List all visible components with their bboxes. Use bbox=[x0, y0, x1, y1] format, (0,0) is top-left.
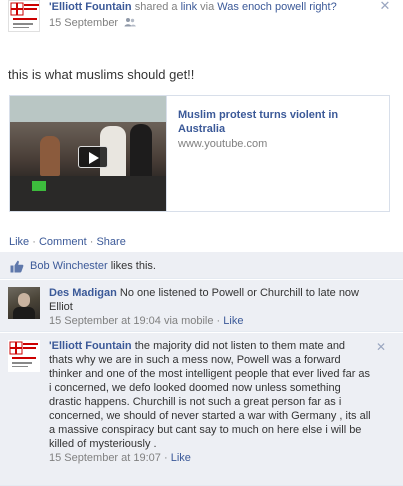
play-button[interactable] bbox=[78, 146, 108, 168]
comment-body: Des Madigan No one listened to Powell or… bbox=[49, 286, 371, 328]
post-author-name[interactable]: 'Elliott Fountain bbox=[49, 1, 132, 13]
photo-body bbox=[13, 307, 35, 319]
edl-logo-icon bbox=[9, 1, 39, 31]
likes-row: Bob Winchester likes this. bbox=[0, 252, 403, 279]
comment-timestamp[interactable]: 15 September at 19:07 bbox=[49, 452, 161, 464]
link-preview[interactable]: Muslim protest turns violent in Australi… bbox=[9, 95, 390, 212]
thumb-channel-logo bbox=[32, 181, 46, 191]
thumb-person bbox=[40, 136, 60, 176]
link-url: www.youtube.com bbox=[178, 138, 268, 150]
link-title[interactable]: Muslim protest turns violent in Australi… bbox=[178, 108, 383, 136]
close-icon[interactable]: ✕ bbox=[376, 340, 386, 354]
likes-text: Bob Winchester likes this. bbox=[30, 260, 156, 272]
liker-name[interactable]: Bob Winchester bbox=[30, 260, 108, 272]
comment-like-link[interactable]: Like bbox=[223, 315, 243, 327]
play-icon bbox=[89, 152, 99, 164]
post-date[interactable]: 15 September bbox=[49, 17, 118, 29]
comment-link[interactable]: Comment bbox=[39, 236, 87, 248]
shared-link-word[interactable]: link bbox=[181, 1, 198, 13]
commenter-photo bbox=[8, 287, 40, 319]
like-link[interactable]: Like bbox=[9, 236, 29, 248]
comment-body: 'Elliott Fountain the majority did not l… bbox=[49, 339, 371, 465]
post-actions: Like · Comment · Share bbox=[9, 236, 126, 248]
commenter-avatar[interactable] bbox=[8, 287, 40, 319]
post-message: this is what muslims should get!! bbox=[8, 67, 195, 82]
comment-meta: 15 September at 19:04 via mobile · Like bbox=[49, 315, 244, 327]
action-separator: · bbox=[32, 236, 36, 248]
thumb-person bbox=[130, 124, 152, 179]
commenter-name[interactable]: 'Elliott Fountain bbox=[49, 340, 132, 352]
close-icon[interactable]: ✕ bbox=[379, 0, 391, 12]
friends-icon[interactable] bbox=[124, 17, 136, 27]
shared-text: shared a bbox=[134, 1, 178, 13]
author-avatar[interactable] bbox=[8, 0, 40, 32]
post-header: 'Elliott Fountain shared a link via Was … bbox=[0, 0, 403, 58]
comment-meta: 15 September at 19:07 · Like bbox=[49, 452, 191, 464]
likes-suffix: likes this. bbox=[110, 260, 156, 272]
comment-text: the majority did not listen to them mate… bbox=[49, 340, 371, 450]
edl-logo-icon bbox=[8, 340, 40, 372]
commenter-name[interactable]: Des Madigan bbox=[49, 287, 117, 299]
action-separator: · bbox=[89, 236, 94, 248]
post-header-text: 'Elliott Fountain shared a link via Was … bbox=[49, 0, 369, 30]
thumbs-up-icon bbox=[10, 260, 24, 273]
photo-face bbox=[18, 293, 30, 307]
post-meta: 15 September bbox=[49, 16, 369, 30]
via-text: via bbox=[200, 1, 215, 13]
via-page-name[interactable]: Was enoch powell right? bbox=[217, 1, 336, 13]
comment: Des Madigan No one listened to Powell or… bbox=[0, 280, 403, 332]
share-link[interactable]: Share bbox=[96, 236, 125, 248]
comment-like-link[interactable]: Like bbox=[171, 452, 191, 464]
commenter-avatar[interactable] bbox=[8, 340, 40, 372]
video-thumbnail[interactable] bbox=[10, 96, 167, 211]
comment-timestamp[interactable]: 15 September at 19:04 via mobile bbox=[49, 315, 214, 327]
comment: 'Elliott Fountain the majority did not l… bbox=[0, 333, 403, 486]
